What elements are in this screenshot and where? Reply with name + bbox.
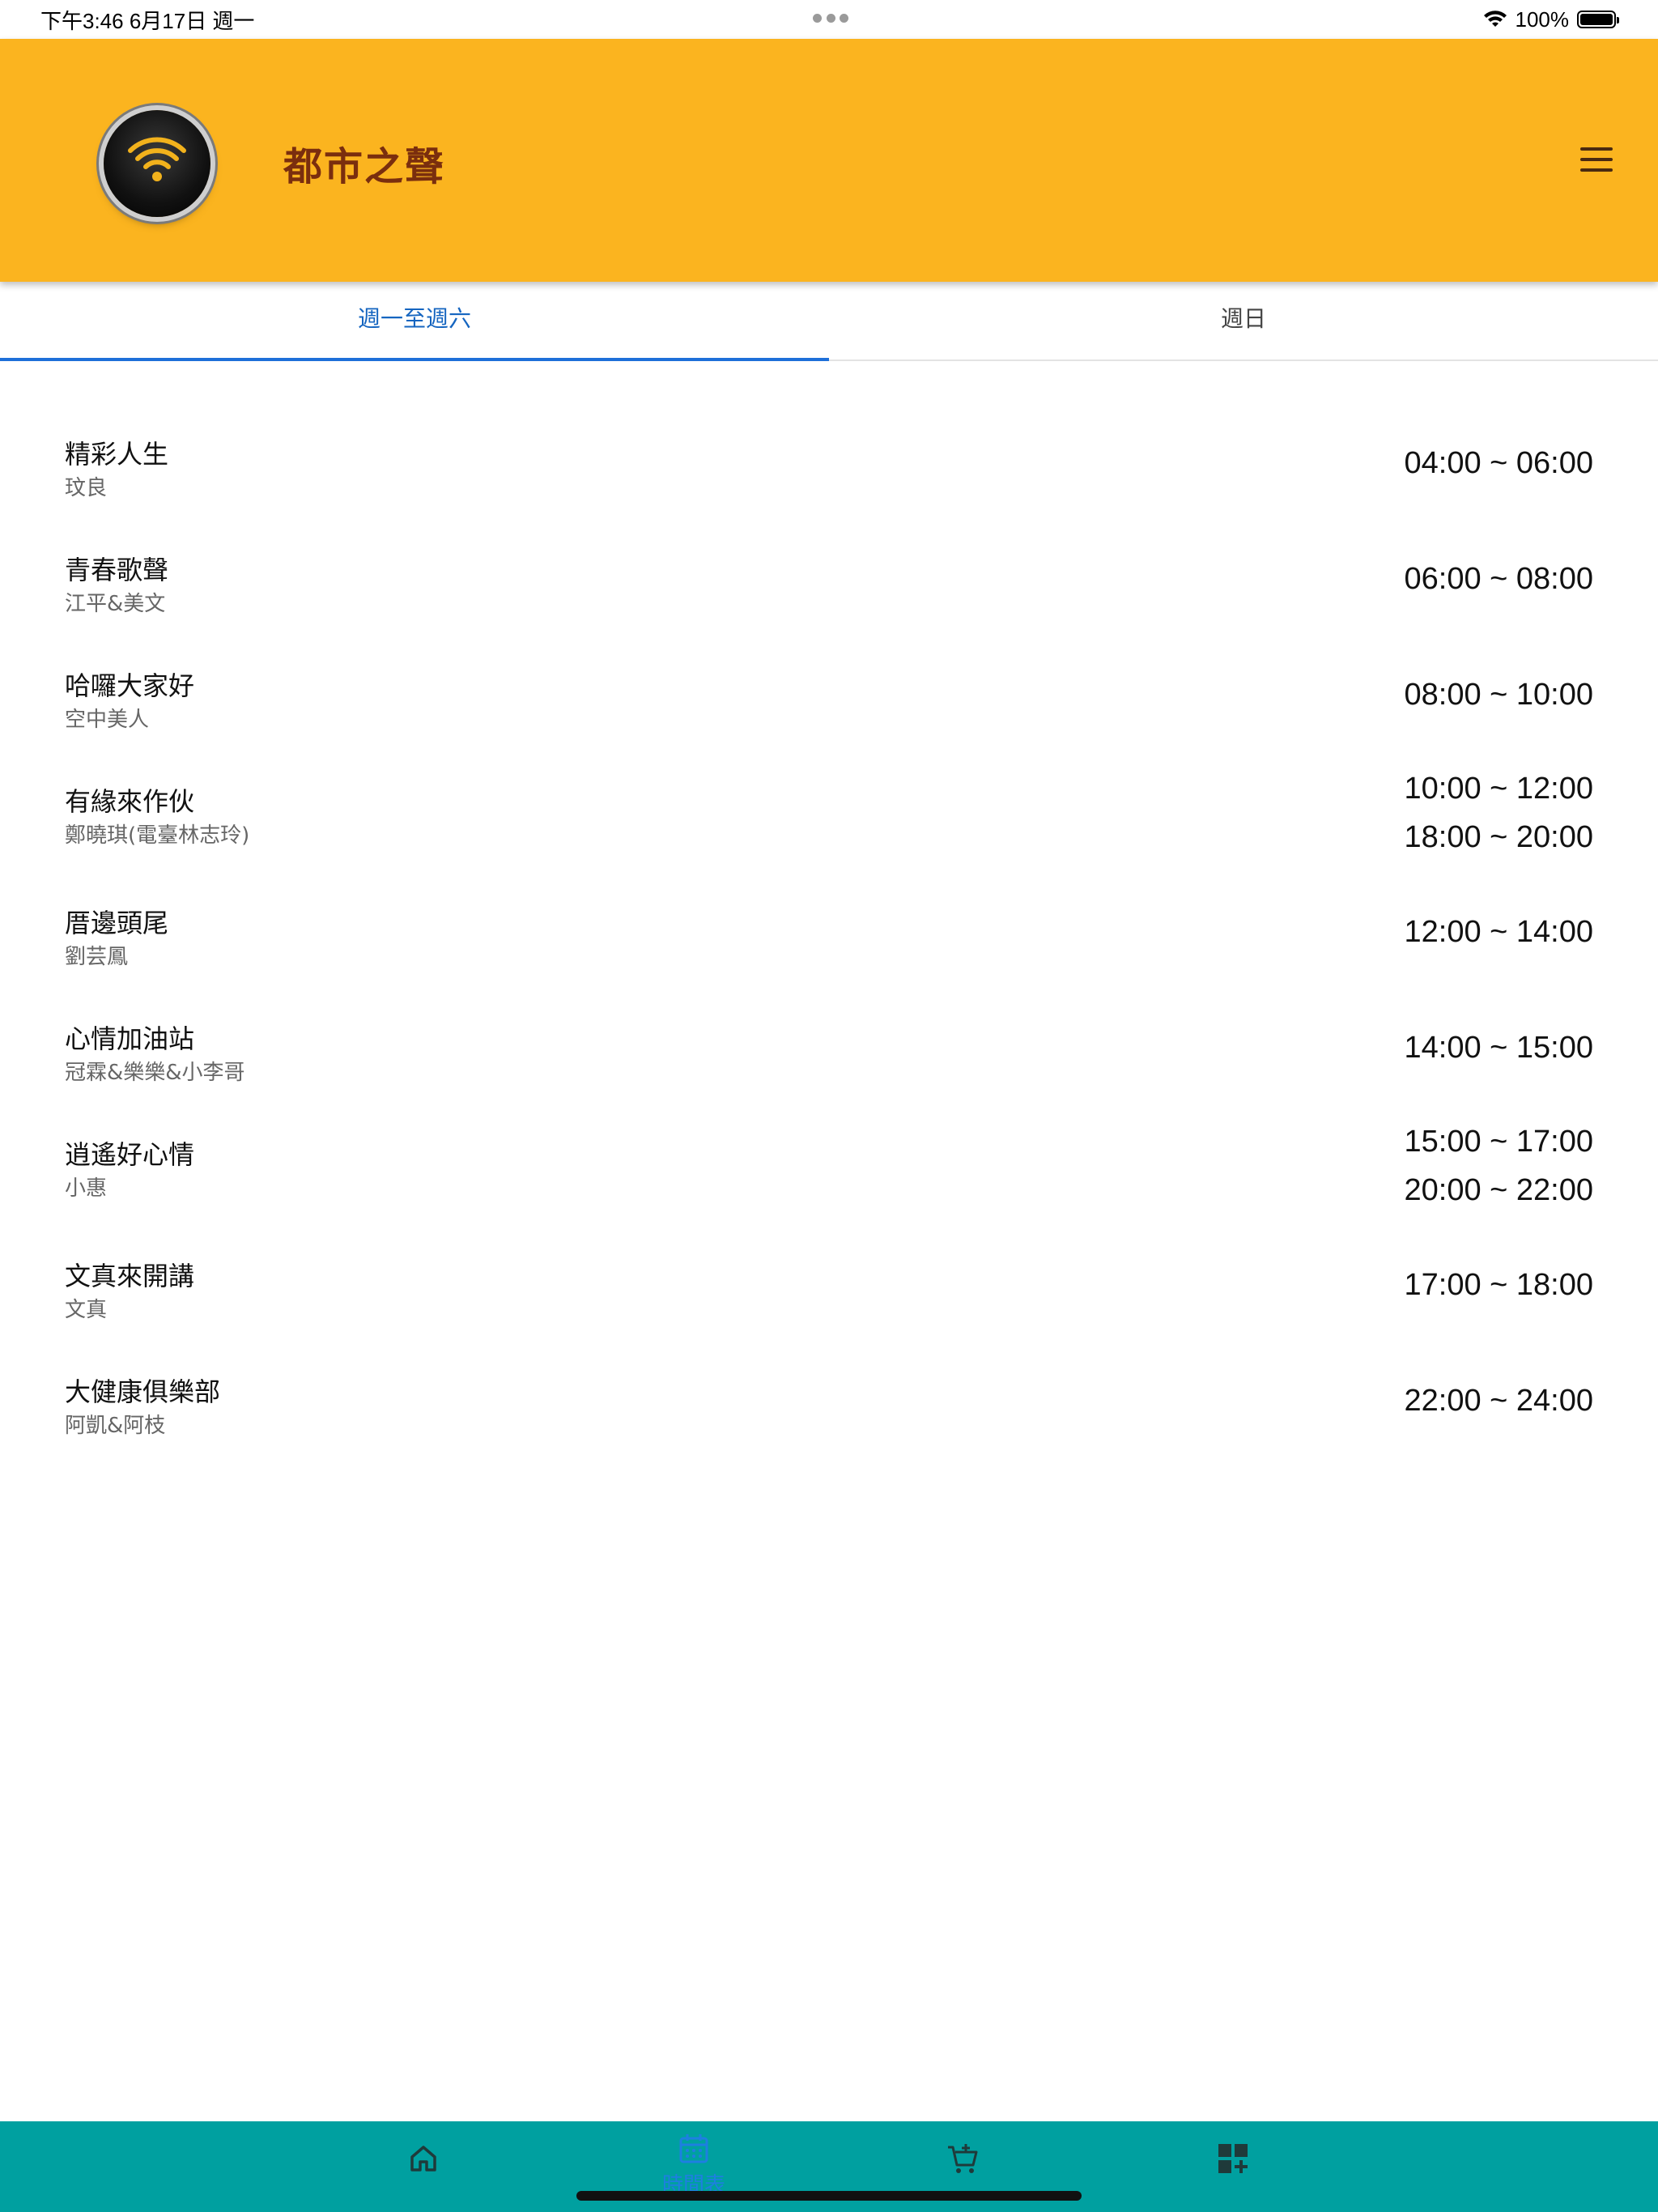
- program-time: 12:00 ~ 14:00: [1404, 914, 1594, 949]
- page-title: 都市之聲: [283, 144, 446, 189]
- program-time: 18:00 ~ 20:00: [1404, 820, 1594, 854]
- status-time-date: 下午3:46 6月17日 週一: [40, 9, 255, 33]
- program-time: 06:00 ~ 08:00: [1404, 561, 1594, 596]
- multitasking-dots-icon[interactable]: [813, 11, 848, 24]
- program-time: 10:00 ~ 12:00: [1404, 772, 1594, 806]
- calendar-icon: [679, 2134, 708, 2163]
- program-host: 阿凱&阿枝: [65, 1414, 166, 1438]
- program-name: 哈囉大家好: [65, 670, 195, 701]
- program-name: 逍遙好心情: [65, 1139, 195, 1170]
- program-time: 14:00 ~ 15:00: [1404, 1030, 1594, 1065]
- app-header: 都市之聲: [0, 39, 1658, 282]
- program-host: 小惠: [65, 1176, 108, 1201]
- wifi-icon: [1483, 11, 1507, 27]
- list-item[interactable]: 心情加油站 冠霖&樂樂&小李哥 14:00 ~ 15:00: [0, 989, 1658, 1105]
- list-item[interactable]: 哈囉大家好 空中美人 08:00 ~ 10:00: [0, 636, 1658, 752]
- list-item[interactable]: 逍遙好心情 小惠 15:00 ~ 17:00 20:00 ~ 22:00: [0, 1105, 1658, 1227]
- program-host: 玟良: [65, 476, 108, 500]
- program-name: 厝邊頭尾: [65, 908, 169, 938]
- nav-schedule[interactable]: 時間表: [657, 2131, 730, 2197]
- list-item[interactable]: 文真來開講 文真 17:00 ~ 18:00: [0, 1227, 1658, 1342]
- program-name: 有緣來作伙: [65, 786, 195, 817]
- list-item[interactable]: 有緣來作伙 鄭曉琪(電臺林志玲) 10:00 ~ 12:00 18:00 ~ 2…: [0, 752, 1658, 874]
- home-indicator[interactable]: [576, 2191, 1082, 2201]
- hamburger-menu-icon[interactable]: [1580, 147, 1613, 172]
- list-item[interactable]: 大健康俱樂部 阿凱&阿枝 22:00 ~ 24:00: [0, 1342, 1658, 1458]
- battery-icon: [1577, 11, 1619, 28]
- program-time: 15:00 ~ 17:00: [1404, 1125, 1594, 1159]
- program-host: 劉芸鳳: [65, 945, 129, 969]
- cart-add-icon: [948, 2144, 978, 2173]
- program-time: 17:00 ~ 18:00: [1404, 1267, 1594, 1302]
- nav-home[interactable]: [387, 2141, 460, 2206]
- tab-bar: 週一至週六 週日: [0, 282, 1658, 361]
- apps-add-icon: [1218, 2144, 1248, 2173]
- list-item[interactable]: 青春歌聲 江平&美文 06:00 ~ 08:00: [0, 521, 1658, 636]
- battery-percent: 100%: [1515, 6, 1570, 32]
- home-icon: [410, 2146, 436, 2172]
- program-time: 08:00 ~ 10:00: [1404, 677, 1594, 712]
- program-name: 青春歌聲: [65, 555, 169, 585]
- list-item[interactable]: 厝邊頭尾 劉芸鳳 12:00 ~ 14:00: [0, 874, 1658, 989]
- program-name: 心情加油站: [65, 1023, 195, 1054]
- program-list: 精彩人生 玟良 04:00 ~ 06:00 青春歌聲 江平&美文 06:00 ~…: [0, 405, 1658, 1458]
- wifi-logo-icon[interactable]: [104, 110, 210, 217]
- program-name: 大健康俱樂部: [65, 1376, 221, 1407]
- program-host: 鄭曉琪(電臺林志玲): [65, 823, 250, 848]
- program-host: 江平&美文: [65, 592, 166, 616]
- program-host: 冠霖&樂樂&小李哥: [65, 1061, 245, 1085]
- program-name: 精彩人生: [65, 439, 169, 470]
- nav-apps[interactable]: [1197, 2141, 1269, 2206]
- program-time: 04:00 ~ 06:00: [1404, 445, 1594, 480]
- status-right: 100%: [1483, 5, 1619, 34]
- tab-weekdays[interactable]: 週一至週六: [0, 282, 829, 361]
- program-host: 文真: [65, 1298, 108, 1322]
- program-time: 20:00 ~ 22:00: [1404, 1173, 1594, 1207]
- program-name: 文真來開講: [65, 1261, 195, 1291]
- program-host: 空中美人: [65, 708, 150, 732]
- list-item[interactable]: 精彩人生 玟良 04:00 ~ 06:00: [0, 405, 1658, 521]
- tab-sunday[interactable]: 週日: [829, 282, 1658, 359]
- status-bar: 下午3:46 6月17日 週一 100%: [0, 0, 1658, 39]
- program-time: 22:00 ~ 24:00: [1404, 1383, 1594, 1418]
